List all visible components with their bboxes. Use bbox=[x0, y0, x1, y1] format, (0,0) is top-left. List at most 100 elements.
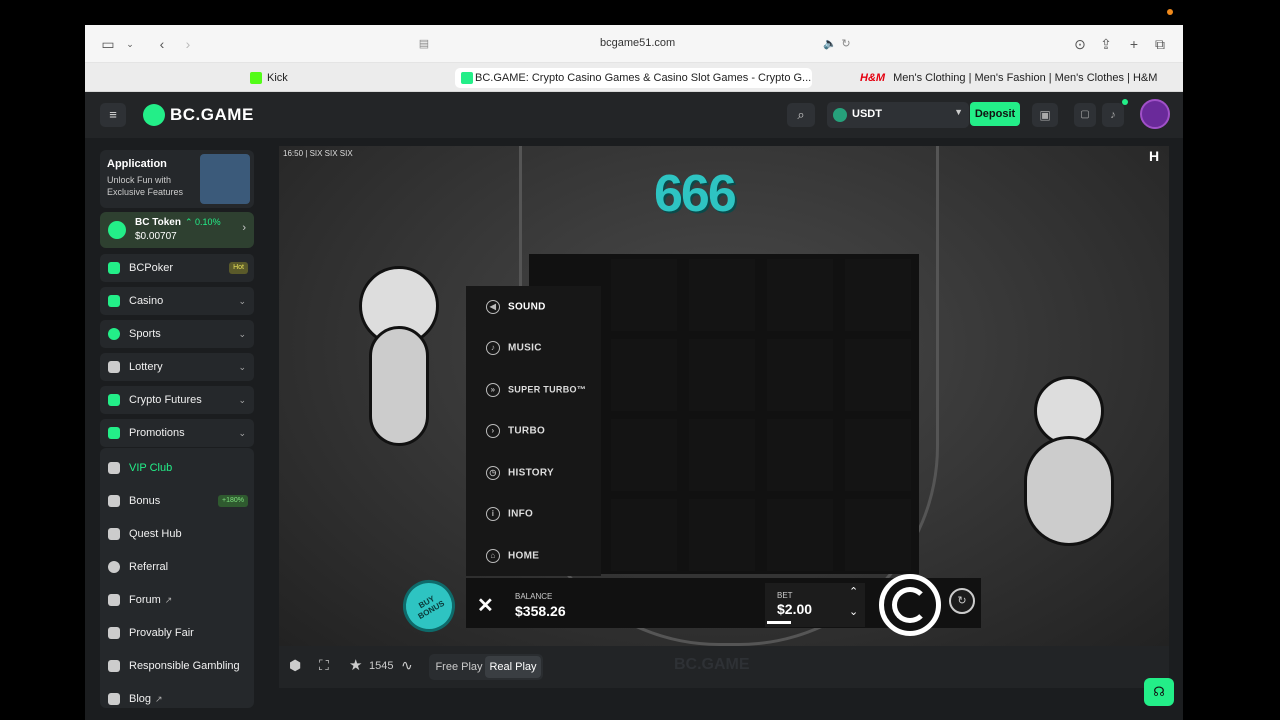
symbol-box bbox=[689, 419, 755, 491]
real-play-button[interactable]: Real Play bbox=[485, 656, 541, 678]
clock-value: 16:50 bbox=[283, 149, 304, 158]
forward-icon[interactable]: › bbox=[179, 35, 197, 53]
game-controls-bar: ⬢ ⛶ ★ 1545 ∿ Free Play Real Play BC.GAME bbox=[279, 646, 1169, 688]
support-headset-icon[interactable]: ☊ bbox=[1144, 678, 1174, 706]
search-icon[interactable]: ⌕ bbox=[787, 103, 815, 127]
sidebar-toggle-icon[interactable]: ▭ bbox=[99, 35, 117, 53]
favorites-count: 1545 bbox=[369, 660, 394, 672]
sidebar-item-casino[interactable]: Casino ⌄ bbox=[100, 287, 254, 315]
chat-icon[interactable]: ▢ bbox=[1074, 103, 1096, 127]
share-icon[interactable]: ⇪ bbox=[1097, 35, 1115, 53]
kick-favicon-icon bbox=[250, 72, 262, 84]
sidebar-item-lottery[interactable]: Lottery ⌄ bbox=[100, 353, 254, 381]
history-icon: ◷ bbox=[486, 466, 500, 480]
hm-favicon-icon: H&M bbox=[860, 72, 886, 84]
fullscreen-icon[interactable]: ⛶ bbox=[319, 657, 329, 674]
chevron-down-icon[interactable]: ⌄ bbox=[238, 419, 246, 447]
bc-token-icon bbox=[108, 221, 126, 239]
token-name: BC Token bbox=[135, 217, 181, 228]
currency-selector[interactable]: USDT ▼ bbox=[827, 102, 969, 128]
bell-icon[interactable]: ♪ bbox=[1102, 103, 1124, 127]
symbol-cauldron bbox=[689, 259, 755, 331]
stats-icon[interactable]: ∿ bbox=[401, 657, 413, 674]
symbol-wolf bbox=[689, 499, 755, 571]
bet-increase-icon[interactable]: ⌃ bbox=[849, 585, 858, 598]
address-bar[interactable]: bcgame51.com bbox=[600, 37, 675, 49]
recording-dot bbox=[1167, 9, 1173, 15]
home-icon: ⌂ bbox=[486, 549, 500, 563]
tab-hm[interactable]: H&M Men's Clothing | Men's Fashion | Men… bbox=[860, 68, 1160, 88]
menu-info[interactable]: i INFO bbox=[486, 507, 533, 521]
new-tab-icon[interactable]: + bbox=[1125, 35, 1143, 53]
chevron-down-icon[interactable]: ⌄ bbox=[238, 287, 246, 315]
sidebar-item-responsible-gambling[interactable]: Responsible Gambling bbox=[100, 652, 254, 680]
bet-decrease-icon[interactable]: ⌄ bbox=[849, 605, 858, 618]
casino-icon bbox=[108, 295, 120, 307]
sidebar-item-bonus[interactable]: Bonus +180% bbox=[100, 487, 254, 515]
menu-icon[interactable]: ≡ bbox=[100, 103, 126, 127]
usdt-icon bbox=[833, 108, 847, 122]
chevron-down-icon[interactable]: ⌄ bbox=[238, 353, 246, 381]
chevron-down-icon[interactable]: ⌄ bbox=[238, 320, 246, 348]
chevron-down-icon: ▼ bbox=[954, 107, 963, 117]
close-menu-icon[interactable]: ✕ bbox=[477, 593, 494, 618]
slot-game-frame[interactable]: 16:50 | SIX SIX SIX H 666 ◀ SOUND ♪ MUSI… bbox=[279, 146, 1169, 646]
bonus-icon bbox=[108, 495, 120, 507]
free-play-button[interactable]: Free Play bbox=[433, 654, 485, 680]
menu-history[interactable]: ◷ HISTORY bbox=[486, 466, 554, 480]
promotions-icon bbox=[108, 427, 120, 439]
avatar[interactable] bbox=[1140, 99, 1170, 129]
sidebar-item-forum[interactable]: Forum ↗ bbox=[100, 586, 254, 614]
external-link-icon: ↗ bbox=[164, 595, 173, 605]
sidebar-item-quest-hub[interactable]: Quest Hub bbox=[100, 520, 254, 548]
token-change-value: 0.10% bbox=[195, 217, 221, 227]
reload-icon[interactable]: ↻ bbox=[837, 35, 855, 53]
sidebar-item-crypto-futures[interactable]: Crypto Futures ⌄ bbox=[100, 386, 254, 414]
menu-home[interactable]: ⌂ HOME bbox=[486, 549, 539, 563]
star-icon[interactable]: ★ bbox=[349, 656, 362, 674]
download-icon[interactable]: ⊙ bbox=[1071, 35, 1089, 53]
chevron-down-icon[interactable]: ⌄ bbox=[238, 386, 246, 414]
sidebar-item-referral[interactable]: Referral bbox=[100, 553, 254, 581]
token-change: ⌃ 0.10% bbox=[185, 217, 221, 227]
spin-button[interactable] bbox=[879, 574, 941, 636]
sidebar-item-blog[interactable]: Blog ↗ bbox=[100, 685, 254, 713]
deposit-button[interactable]: Deposit bbox=[970, 102, 1020, 126]
autoplay-icon[interactable]: ↻ bbox=[949, 588, 975, 614]
sidebar-item-promotions[interactable]: Promotions ⌄ bbox=[100, 419, 254, 447]
menu-music[interactable]: ♪ MUSIC bbox=[486, 341, 542, 355]
site-logo[interactable]: BC.GAME bbox=[170, 105, 254, 125]
poker-icon bbox=[108, 262, 120, 274]
promo-title: Application bbox=[107, 158, 167, 170]
tabs-overview-icon[interactable]: ⧉ bbox=[1151, 35, 1169, 53]
theater-mode-icon[interactable]: ⬢ bbox=[289, 657, 301, 674]
chevron-down-icon[interactable]: ⌄ bbox=[121, 35, 139, 53]
sidebar-item-bcpoker[interactable]: BCPoker Hot bbox=[100, 254, 254, 282]
symbol-axe bbox=[611, 499, 677, 571]
sidebar-item-label: Crypto Futures bbox=[129, 394, 202, 406]
bet-indicator bbox=[767, 621, 791, 624]
sidebar-item-vip-club[interactable]: VIP Club bbox=[100, 454, 254, 482]
app-promo-card[interactable]: Application Unlock Fun with Exclusive Fe… bbox=[100, 150, 254, 208]
tab-kick[interactable]: Kick bbox=[250, 68, 310, 88]
lottery-icon bbox=[108, 361, 120, 373]
gift-icon[interactable]: ▣ bbox=[1032, 103, 1058, 127]
bcgame-watermark: BC.GAME bbox=[674, 656, 750, 673]
sidebar-item-provably-fair[interactable]: Provably Fair bbox=[100, 619, 254, 647]
sidebar-item-sports[interactable]: Sports ⌄ bbox=[100, 320, 254, 348]
bet-value: $2.00 bbox=[777, 601, 813, 617]
currency-label: USDT bbox=[852, 108, 882, 120]
sidebar-item-label: Promotions bbox=[129, 427, 185, 439]
balance-label: BALANCE bbox=[515, 592, 553, 601]
menu-label: INFO bbox=[508, 508, 534, 520]
bc-token-card[interactable]: BC Token ⌃ 0.10% $0.00707 › bbox=[100, 212, 254, 248]
tab-bcgame[interactable]: BC.GAME: Crypto Casino Games & Casino Sl… bbox=[455, 68, 812, 88]
menu-label: TURBO bbox=[508, 425, 546, 437]
menu-sound[interactable]: ◀ SOUND bbox=[486, 300, 546, 314]
menu-turbo[interactable]: › TURBO bbox=[486, 424, 545, 438]
page-icon: ▤ bbox=[418, 38, 430, 50]
hacksaw-logo-icon: H bbox=[1149, 148, 1160, 164]
game-title: SIX SIX SIX bbox=[309, 149, 353, 158]
menu-super-turbo[interactable]: » SUPER TURBO™ bbox=[486, 383, 586, 397]
back-icon[interactable]: ‹ bbox=[153, 35, 171, 53]
